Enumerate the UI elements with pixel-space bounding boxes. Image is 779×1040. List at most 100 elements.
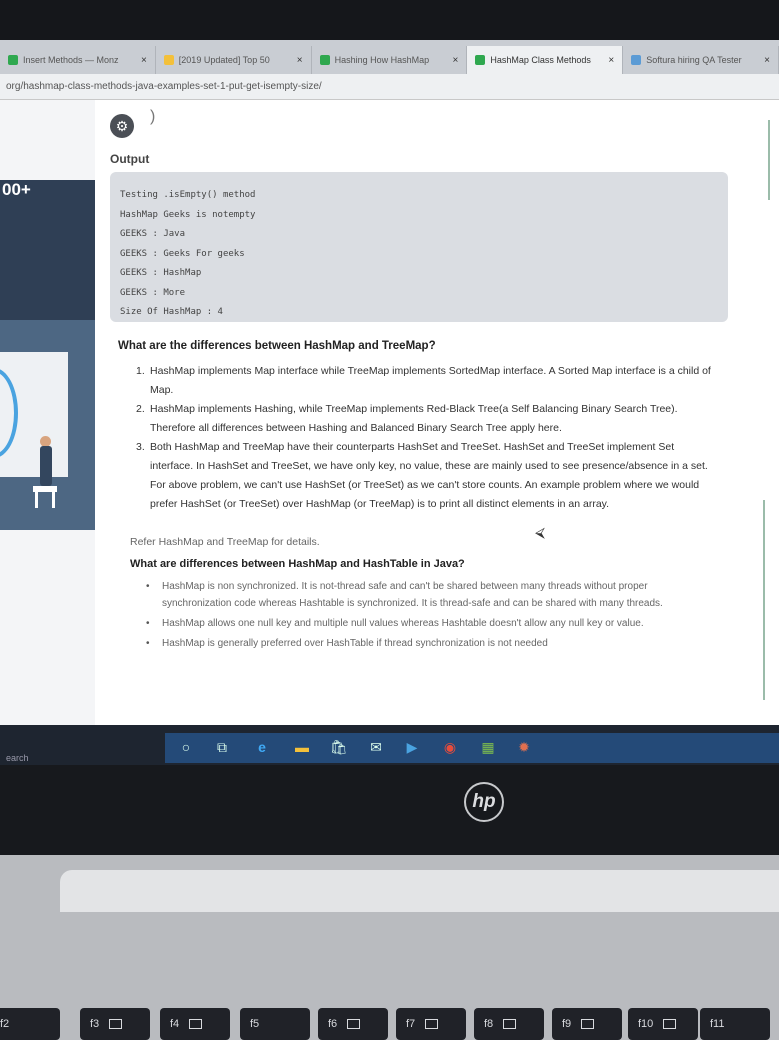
cortana-icon[interactable]: ○ (178, 739, 194, 755)
web-page: 00+ ⚙ ) Output Testing .isEmpty() method… (0, 100, 779, 725)
function-keys-row: f2 f3 f4 f5 f6 f7 f8 f9 f10 f11 (0, 1008, 779, 1040)
f8-key[interactable]: f8 (474, 1008, 544, 1040)
list-text: Both HashMap and TreeMap have their coun… (150, 441, 708, 510)
illustration-stool-leg (35, 492, 38, 508)
display-icon (189, 1019, 203, 1029)
tab-hashing[interactable]: Hashing How HashMap × (311, 46, 468, 74)
close-icon[interactable]: × (141, 55, 147, 66)
file-explorer-icon[interactable]: ▬ (294, 739, 310, 755)
tab-favicon-icon (631, 55, 642, 65)
tab-label: [2019 Updated] Top 50 (178, 55, 270, 65)
treemap-differences-list: 1. HashMap implements Map interface while… (118, 362, 718, 514)
close-icon[interactable]: × (764, 55, 770, 66)
key-label: f10 (638, 1018, 654, 1030)
output-line: GEEKS : Java (120, 229, 186, 239)
illustration-person-body (40, 446, 52, 486)
f3-key[interactable]: f3 (80, 1008, 150, 1040)
task-view-icon[interactable]: ⧉ (214, 739, 230, 755)
mouse-cursor-icon: ⮘ (535, 524, 545, 540)
mic-mute-icon (503, 1019, 517, 1029)
list-number: 3. (136, 441, 145, 453)
code-paren: ) (150, 108, 156, 125)
tab-favicon-icon (8, 55, 18, 65)
airplane-icon (663, 1019, 677, 1029)
tab-hashmap-class-methods[interactable]: HashMap Class Methods × (467, 46, 624, 74)
mail-icon[interactable]: ✉ (368, 739, 384, 755)
tab-label: Insert Methods — Monz (23, 55, 119, 65)
keyboard-light-icon (581, 1019, 595, 1029)
settings-icon[interactable]: ✹ (516, 739, 532, 755)
browser-tab-bar: Insert Methods — Monz × [2019 Updated] T… (0, 40, 779, 74)
hashtable-differences-list: HashMap is non synchronized. It is not-t… (146, 578, 718, 652)
tab-insert-methods[interactable]: Insert Methods — Monz × (0, 46, 156, 74)
f9-key[interactable]: f9 (552, 1008, 622, 1040)
list-item: 1. HashMap implements Map interface while… (118, 362, 718, 400)
question-heading: What are differences between HashMap and… (130, 558, 465, 570)
windows-taskbar: earch ○ ⧉ e ▬ 🛍 ✉ ▶ ◉ ▦ ✹ (0, 725, 779, 765)
key-label: f8 (484, 1018, 494, 1030)
close-icon[interactable]: × (608, 55, 614, 66)
refer-link[interactable]: Refer HashMap and TreeMap for details. (130, 536, 718, 548)
list-number: 1. (136, 365, 145, 377)
sidebar-promo-illustration[interactable] (0, 320, 95, 530)
edge-icon[interactable]: e (254, 739, 270, 755)
list-text: HashMap implements Map interface while T… (150, 365, 711, 396)
article-content: What are the differences between HashMap… (118, 340, 718, 655)
question-heading: What are the differences between HashMap… (118, 340, 436, 352)
key-label: f4 (170, 1018, 180, 1030)
laptop-bezel (0, 0, 779, 40)
f6-key[interactable]: f6 (318, 1008, 388, 1040)
volume-down-icon (347, 1019, 361, 1029)
f5-key[interactable]: f5 (240, 1008, 310, 1040)
volume-up-icon (425, 1019, 439, 1029)
scrollbar[interactable] (768, 120, 770, 200)
tab-label: HashMap Class Methods (490, 55, 591, 65)
key-label: f7 (406, 1018, 416, 1030)
photos-icon[interactable]: ▦ (480, 739, 496, 755)
run-code-gear-icon[interactable]: ⚙ (110, 114, 134, 138)
store-icon[interactable]: 🛍 (330, 739, 348, 755)
key-label: f2 (0, 1018, 10, 1030)
output-line: GEEKS : HashMap (120, 268, 202, 278)
list-number: 2. (136, 403, 145, 415)
close-icon[interactable]: × (453, 55, 459, 66)
left-sidebar: 00+ (0, 100, 95, 725)
tab-favicon-icon (163, 55, 174, 65)
f4-key[interactable]: f4 (160, 1008, 230, 1040)
output-line: Testing .isEmpty() method (120, 190, 256, 200)
key-label: f9 (562, 1018, 572, 1030)
list-text: HashMap implements Hashing, while TreeMa… (150, 403, 678, 434)
output-line: Size Of HashMap : 4 (120, 307, 223, 317)
output-box: Testing .isEmpty() method HashMap Geeks … (110, 172, 728, 322)
list-item: HashMap allows one null key and multiple… (146, 615, 718, 632)
illustration-stool-leg (52, 492, 55, 508)
laptop-hinge-edge (60, 870, 779, 912)
key-label: f6 (328, 1018, 338, 1030)
f11-key[interactable]: f11 (700, 1008, 770, 1040)
f10-key[interactable]: f10 (628, 1008, 698, 1040)
key-label: f5 (250, 1018, 260, 1030)
tab-softura[interactable]: Softura hiring QA Tester × (623, 46, 779, 74)
tab-label: Softura hiring QA Tester (646, 55, 742, 65)
address-bar[interactable]: org/hashmap-class-methods-java-examples-… (0, 74, 779, 100)
taskbar-search[interactable]: earch (6, 753, 29, 763)
chrome-icon[interactable]: ◉ (442, 739, 458, 755)
tab-label: Hashing How HashMap (334, 55, 430, 65)
list-item: HashMap is generally preferred over Hash… (146, 635, 718, 652)
brightness-down-icon (109, 1019, 123, 1029)
list-item: 2. HashMap implements Hashing, while Tree… (118, 400, 718, 438)
output-label: Output (110, 152, 150, 166)
tab-favicon-icon (319, 55, 330, 65)
scrollbar[interactable] (763, 500, 765, 700)
tab-favicon-icon (475, 55, 486, 65)
f2-key[interactable]: f2 (0, 1008, 60, 1040)
media-icon[interactable]: ▶ (404, 739, 420, 755)
close-icon[interactable]: × (297, 55, 303, 66)
key-label: f11 (710, 1018, 725, 1030)
hp-logo: hp (464, 782, 504, 822)
tab-top-50[interactable]: [2019 Updated] Top 50 × (155, 46, 312, 74)
stat-value: 00+ (2, 180, 31, 199)
list-item: 3. Both HashMap and TreeMap have their co… (118, 438, 718, 514)
f7-key[interactable]: f7 (396, 1008, 466, 1040)
output-line: GEEKS : More (120, 287, 186, 298)
